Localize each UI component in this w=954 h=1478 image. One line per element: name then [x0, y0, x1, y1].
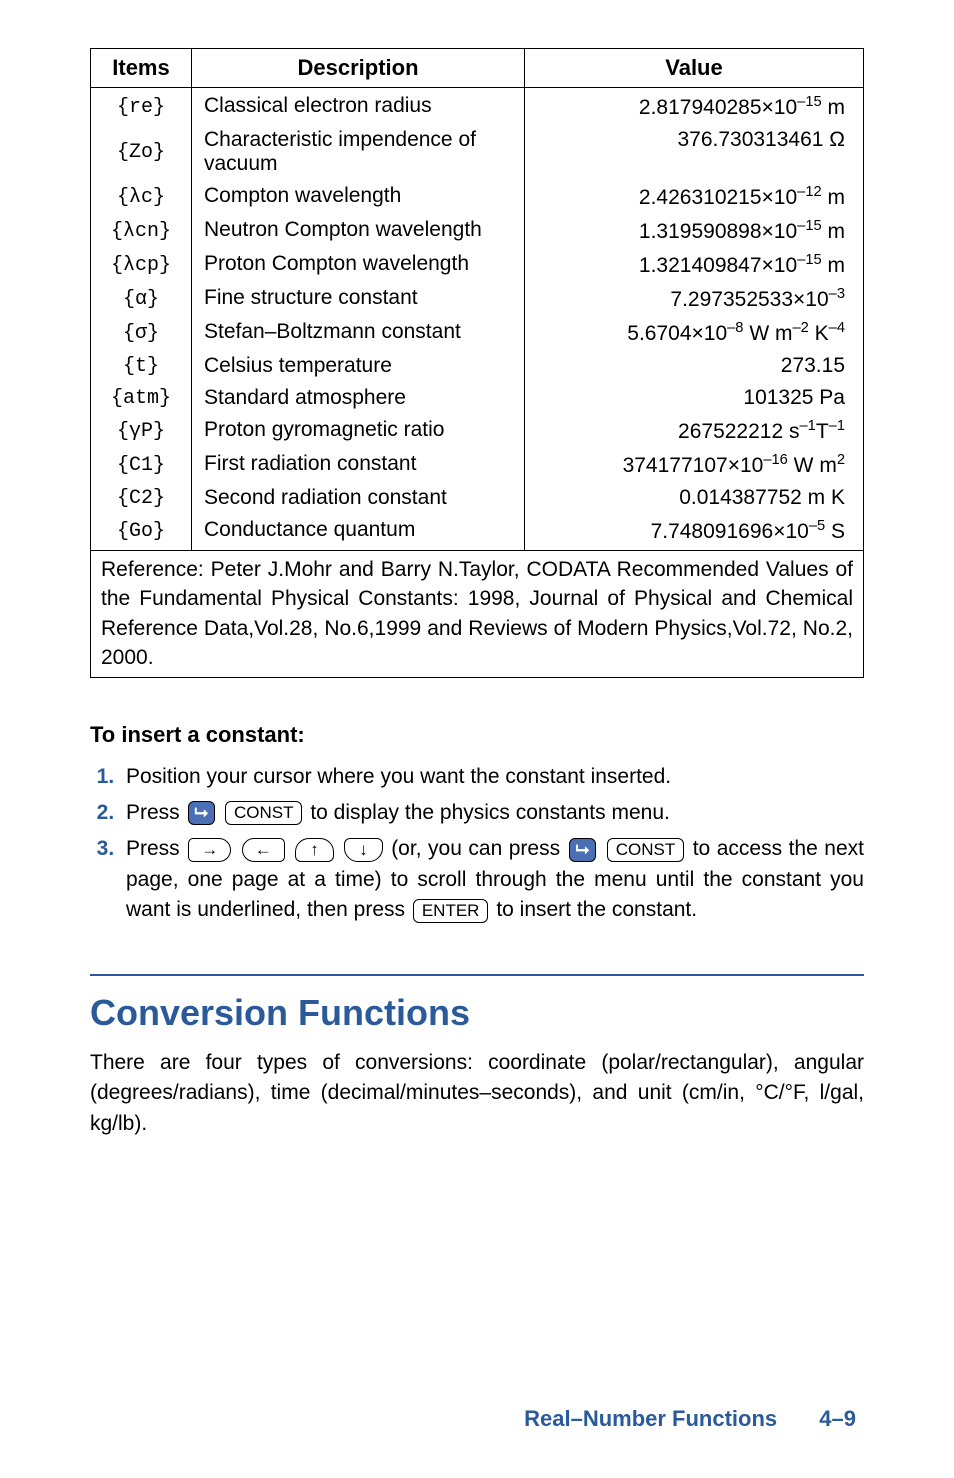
value-cell: 5.6704×10–8 W m–2 K–4 [525, 316, 864, 350]
reference-row: Reference: Peter J.Mohr and Barry N.Tayl… [91, 551, 864, 678]
table-row: {γP}Proton gyromagnetic ratio267522212 s… [91, 414, 864, 448]
desc-cell: Fine structure constant [192, 282, 525, 316]
value-cell: 0.014387752 m K [525, 482, 864, 514]
step-3-d: to insert the constant. [496, 898, 697, 921]
item-cell: {γP} [91, 414, 192, 448]
section-divider [90, 974, 864, 976]
col-description: Description [192, 49, 525, 88]
step-2: Press ⮡ CONST to display the physics con… [120, 798, 864, 828]
footer-chapter: Real–Number Functions [524, 1406, 777, 1431]
table-row: {t}Celsius temperature273.15 [91, 350, 864, 382]
value-cell: 374177107×10–16 W m2 [525, 448, 864, 482]
value-cell: 1.321409847×10–15 m [525, 248, 864, 282]
item-cell: {re} [91, 88, 192, 125]
step-3-b: (or, you can press [391, 837, 566, 860]
item-cell: {λcp} [91, 248, 192, 282]
item-cell: {Zo} [91, 124, 192, 180]
step-2-post: to display the physics constants menu. [310, 801, 670, 824]
item-cell: {λcn} [91, 214, 192, 248]
value-cell: 101325 Pa [525, 382, 864, 414]
table-row: {λcn}Neutron Compton wavelength1.3195908… [91, 214, 864, 248]
table-row: {σ}Stefan–Boltzmann constant5.6704×10–8 … [91, 316, 864, 350]
desc-cell: Second radiation constant [192, 482, 525, 514]
section-title: Conversion Functions [90, 992, 864, 1034]
table-row: {C1}First radiation constant374177107×10… [91, 448, 864, 482]
value-cell: 1.319590898×10–15 m [525, 214, 864, 248]
item-cell: {C1} [91, 448, 192, 482]
value-cell: 376.730313461 Ω [525, 124, 864, 180]
const-key: CONST [225, 801, 303, 825]
desc-cell: Stefan–Boltzmann constant [192, 316, 525, 350]
value-cell: 273.15 [525, 350, 864, 382]
desc-cell: Proton Compton wavelength [192, 248, 525, 282]
table-row: {atm}Standard atmosphere101325 Pa [91, 382, 864, 414]
constants-table: Items Description Value {re}Classical el… [90, 48, 864, 678]
item-cell: {C2} [91, 482, 192, 514]
item-cell: {t} [91, 350, 192, 382]
item-cell: {σ} [91, 316, 192, 350]
step-3: Press → ← ↑ ↓ (or, you can press ⮡ CONST… [120, 834, 864, 925]
steps-list: Position your cursor where you want the … [90, 762, 864, 926]
desc-cell: Neutron Compton wavelength [192, 214, 525, 248]
reference-text: Reference: Peter J.Mohr and Barry N.Tayl… [91, 551, 864, 678]
col-items: Items [91, 49, 192, 88]
desc-cell: Conductance quantum [192, 514, 525, 551]
const-key-2: CONST [607, 838, 685, 862]
item-cell: {Go} [91, 514, 192, 551]
enter-key: ENTER [413, 899, 489, 923]
item-cell: {atm} [91, 382, 192, 414]
insert-constant-heading: To insert a constant: [90, 722, 864, 748]
table-row: {Zo}Characteristic impendence of vacuum3… [91, 124, 864, 180]
left-arrow-key-icon: ← [242, 838, 285, 862]
step-3-a: Press [126, 837, 186, 860]
step-2-pre: Press [126, 801, 186, 824]
table-row: {λc}Compton wavelength2.426310215×10–12 … [91, 180, 864, 214]
item-cell: {λc} [91, 180, 192, 214]
value-cell: 2.817940285×10–15 m [525, 88, 864, 125]
section-body: There are four types of conversions: coo… [90, 1048, 864, 1139]
value-cell: 7.297352533×10–3 [525, 282, 864, 316]
step-1: Position your cursor where you want the … [120, 762, 864, 792]
shift-key-icon-2: ⮡ [569, 838, 597, 862]
desc-cell: Characteristic impendence of vacuum [192, 124, 525, 180]
desc-cell: Proton gyromagnetic ratio [192, 414, 525, 448]
value-cell: 7.748091696×10–5 S [525, 514, 864, 551]
table-row: {Go}Conductance quantum7.748091696×10–5 … [91, 514, 864, 551]
desc-cell: Standard atmosphere [192, 382, 525, 414]
item-cell: {α} [91, 282, 192, 316]
table-row: {λcp}Proton Compton wavelength1.32140984… [91, 248, 864, 282]
footer-page: 4–9 [819, 1406, 856, 1431]
page-footer: Real–Number Functions 4–9 [524, 1406, 856, 1432]
step-1-text: Position your cursor where you want the … [126, 765, 671, 788]
table-row: {α}Fine structure constant7.297352533×10… [91, 282, 864, 316]
desc-cell: Compton wavelength [192, 180, 525, 214]
table-row: {re}Classical electron radius2.817940285… [91, 88, 864, 125]
table-row: {C2}Second radiation constant0.014387752… [91, 482, 864, 514]
value-cell: 267522212 s–1T–1 [525, 414, 864, 448]
desc-cell: Classical electron radius [192, 88, 525, 125]
col-value: Value [525, 49, 864, 88]
value-cell: 2.426310215×10–12 m [525, 180, 864, 214]
desc-cell: Celsius temperature [192, 350, 525, 382]
up-arrow-key-icon: ↑ [295, 838, 334, 862]
down-arrow-key-icon: ↓ [344, 838, 383, 862]
shift-key-icon: ⮡ [188, 801, 216, 825]
right-arrow-key-icon: → [188, 838, 231, 862]
desc-cell: First radiation constant [192, 448, 525, 482]
